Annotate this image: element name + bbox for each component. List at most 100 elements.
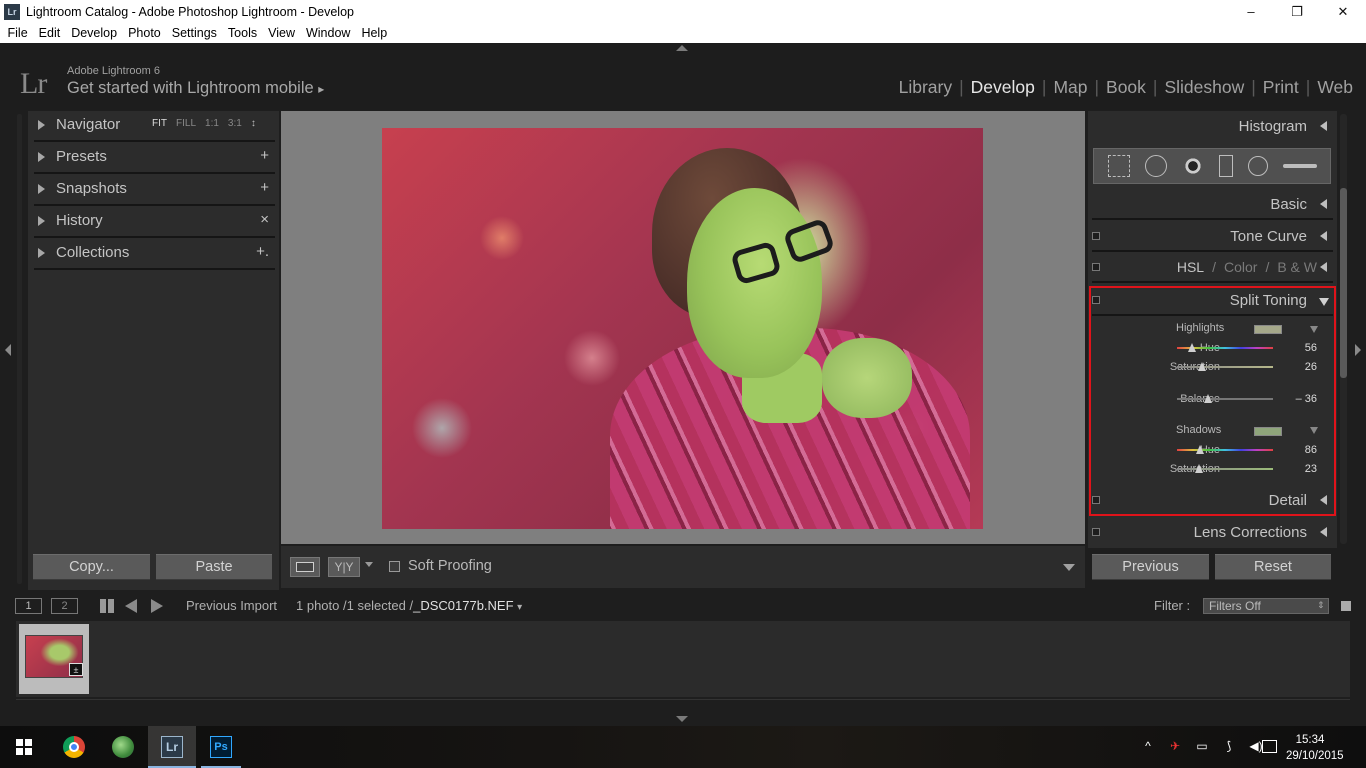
highlights-color-swatch[interactable]: [1254, 325, 1282, 334]
before-after-dropdown-icon[interactable]: [365, 562, 373, 567]
slider-handle[interactable]: [1197, 362, 1206, 371]
show-hidden-icons-icon[interactable]: ^: [1140, 739, 1156, 753]
menu-window[interactable]: Window: [300, 26, 355, 40]
histogram-panel-header[interactable]: Histogram: [1088, 111, 1337, 142]
taskbar-photoshop[interactable]: Ps: [206, 732, 236, 762]
action-center-icon[interactable]: [1262, 740, 1277, 753]
slider-handle[interactable]: [1187, 343, 1196, 352]
slider-handle[interactable]: [1195, 464, 1204, 473]
module-print[interactable]: Print: [1256, 77, 1306, 98]
zoom-fit[interactable]: FIT: [152, 118, 167, 129]
adjustment-brush-icon[interactable]: [1282, 164, 1317, 168]
hsl-panel-header[interactable]: HSL / Color / B & W: [1088, 252, 1337, 283]
filter-lock-icon[interactable]: [1341, 601, 1351, 611]
shadows-saturation-slider[interactable]: [1177, 464, 1273, 473]
add-snapshot-icon[interactable]: +: [260, 179, 269, 196]
filter-dropdown-icon[interactable]: ⇕: [1317, 600, 1325, 611]
collapse-triangle-icon[interactable]: [1320, 121, 1327, 131]
restore-button[interactable]: ❐: [1274, 0, 1320, 23]
next-photo-icon[interactable]: [151, 599, 163, 613]
crop-overlay-icon[interactable]: [1107, 155, 1130, 177]
panel-toggle-switch[interactable]: [1092, 496, 1100, 504]
expand-triangle-icon[interactable]: [38, 248, 45, 258]
add-collection-icon[interactable]: +.: [256, 243, 269, 260]
copy-button[interactable]: Copy...: [33, 554, 150, 580]
panel-toggle-switch[interactable]: [1092, 296, 1100, 304]
tab-hsl[interactable]: HSL: [1177, 259, 1204, 275]
soft-proofing-checkbox[interactable]: [389, 561, 400, 572]
basic-panel-header[interactable]: Basic: [1088, 189, 1337, 220]
slider-handle[interactable]: [1195, 445, 1204, 454]
collections-panel-header[interactable]: Collections +.: [28, 239, 279, 270]
module-develop[interactable]: Develop: [964, 77, 1042, 98]
selected-filename[interactable]: _DSC0177b.NEF: [413, 598, 513, 613]
module-web[interactable]: Web: [1310, 77, 1360, 98]
presets-panel-header[interactable]: Presets +: [28, 143, 279, 174]
menu-view[interactable]: View: [263, 26, 301, 40]
menu-help[interactable]: Help: [356, 26, 393, 40]
shadows-saturation-value[interactable]: 23: [1305, 463, 1317, 475]
tab-bw[interactable]: B & W: [1277, 259, 1317, 275]
highlights-picker-icon[interactable]: [1310, 326, 1318, 333]
collapse-top-panel-icon[interactable]: [676, 45, 688, 51]
shadows-hue-value[interactable]: 86: [1305, 444, 1317, 456]
expand-triangle-icon[interactable]: [38, 184, 45, 194]
secondary-window-button[interactable]: 2: [51, 598, 78, 614]
collapse-filmstrip-icon[interactable]: [676, 716, 688, 722]
zoom-1-1[interactable]: 1:1: [205, 118, 219, 129]
module-library[interactable]: Library: [892, 77, 960, 98]
lens-corrections-panel-header[interactable]: Lens Corrections: [1088, 517, 1337, 548]
shadows-picker-icon[interactable]: [1310, 427, 1318, 434]
balance-slider[interactable]: [1177, 394, 1273, 403]
paste-button[interactable]: Paste: [156, 554, 272, 580]
clear-history-icon[interactable]: ×: [260, 211, 269, 228]
expand-triangle-icon[interactable]: [38, 120, 45, 130]
menu-tools[interactable]: Tools: [222, 26, 262, 40]
panel-toggle-switch[interactable]: [1092, 263, 1100, 271]
grid-view-icon[interactable]: [100, 599, 114, 613]
shadows-color-swatch[interactable]: [1254, 427, 1282, 436]
module-slideshow[interactable]: Slideshow: [1157, 77, 1251, 98]
highlights-saturation-slider[interactable]: [1177, 362, 1273, 371]
loupe-view-button[interactable]: [290, 557, 320, 577]
collapse-left-panel-icon[interactable]: [5, 344, 11, 356]
expand-triangle-icon[interactable]: [38, 216, 45, 226]
zoom-fill[interactable]: FILL: [176, 118, 196, 129]
reset-button[interactable]: Reset: [1215, 554, 1331, 580]
previous-photo-icon[interactable]: [125, 599, 137, 613]
lightroom-mobile-link[interactable]: Get started with Lightroom mobile ▸: [67, 79, 324, 98]
red-eye-correction-icon[interactable]: [1181, 155, 1204, 177]
taskbar-globe-app[interactable]: [108, 732, 138, 762]
menu-settings[interactable]: Settings: [166, 26, 222, 40]
photo-preview[interactable]: [382, 128, 983, 529]
before-after-button[interactable]: Y|Y: [328, 557, 360, 577]
collapse-right-panel-icon[interactable]: [1355, 344, 1361, 356]
expand-triangle-icon[interactable]: [38, 152, 45, 162]
battery-icon[interactable]: ▭: [1194, 739, 1210, 753]
edited-badge-icon[interactable]: ±: [69, 663, 83, 676]
soft-proofing-label[interactable]: Soft Proofing: [408, 558, 492, 574]
right-panel-scrollbar-thumb[interactable]: [1340, 188, 1347, 378]
collapse-triangle-icon[interactable]: [1320, 495, 1327, 505]
spot-removal-icon[interactable]: [1144, 155, 1167, 177]
filename-dropdown-icon[interactable]: ▾: [517, 602, 522, 613]
toolbar-content-dropdown-icon[interactable]: [1063, 564, 1075, 571]
detail-panel-header[interactable]: Detail: [1088, 485, 1337, 516]
main-window-button[interactable]: 1: [15, 598, 42, 614]
add-preset-icon[interactable]: +: [260, 147, 269, 164]
collapse-triangle-icon[interactable]: [1320, 527, 1327, 537]
tab-color[interactable]: Color: [1224, 259, 1257, 275]
highlights-hue-value[interactable]: 56: [1305, 342, 1317, 354]
filmstrip-source[interactable]: Previous Import: [186, 598, 277, 613]
panel-toggle-switch[interactable]: [1092, 528, 1100, 536]
highlights-hue-slider[interactable]: [1177, 343, 1273, 352]
snapshots-panel-header[interactable]: Snapshots +: [28, 175, 279, 206]
taskbar-chrome[interactable]: [59, 732, 89, 762]
minimize-button[interactable]: –: [1228, 0, 1274, 23]
filter-select[interactable]: Filters Off: [1203, 598, 1329, 614]
menu-develop[interactable]: Develop: [66, 26, 123, 40]
module-map[interactable]: Map: [1046, 77, 1094, 98]
filmstrip-thumbnail[interactable]: ±: [19, 624, 89, 694]
collapse-triangle-icon[interactable]: [1320, 262, 1327, 272]
collapse-triangle-icon[interactable]: [1320, 199, 1327, 209]
